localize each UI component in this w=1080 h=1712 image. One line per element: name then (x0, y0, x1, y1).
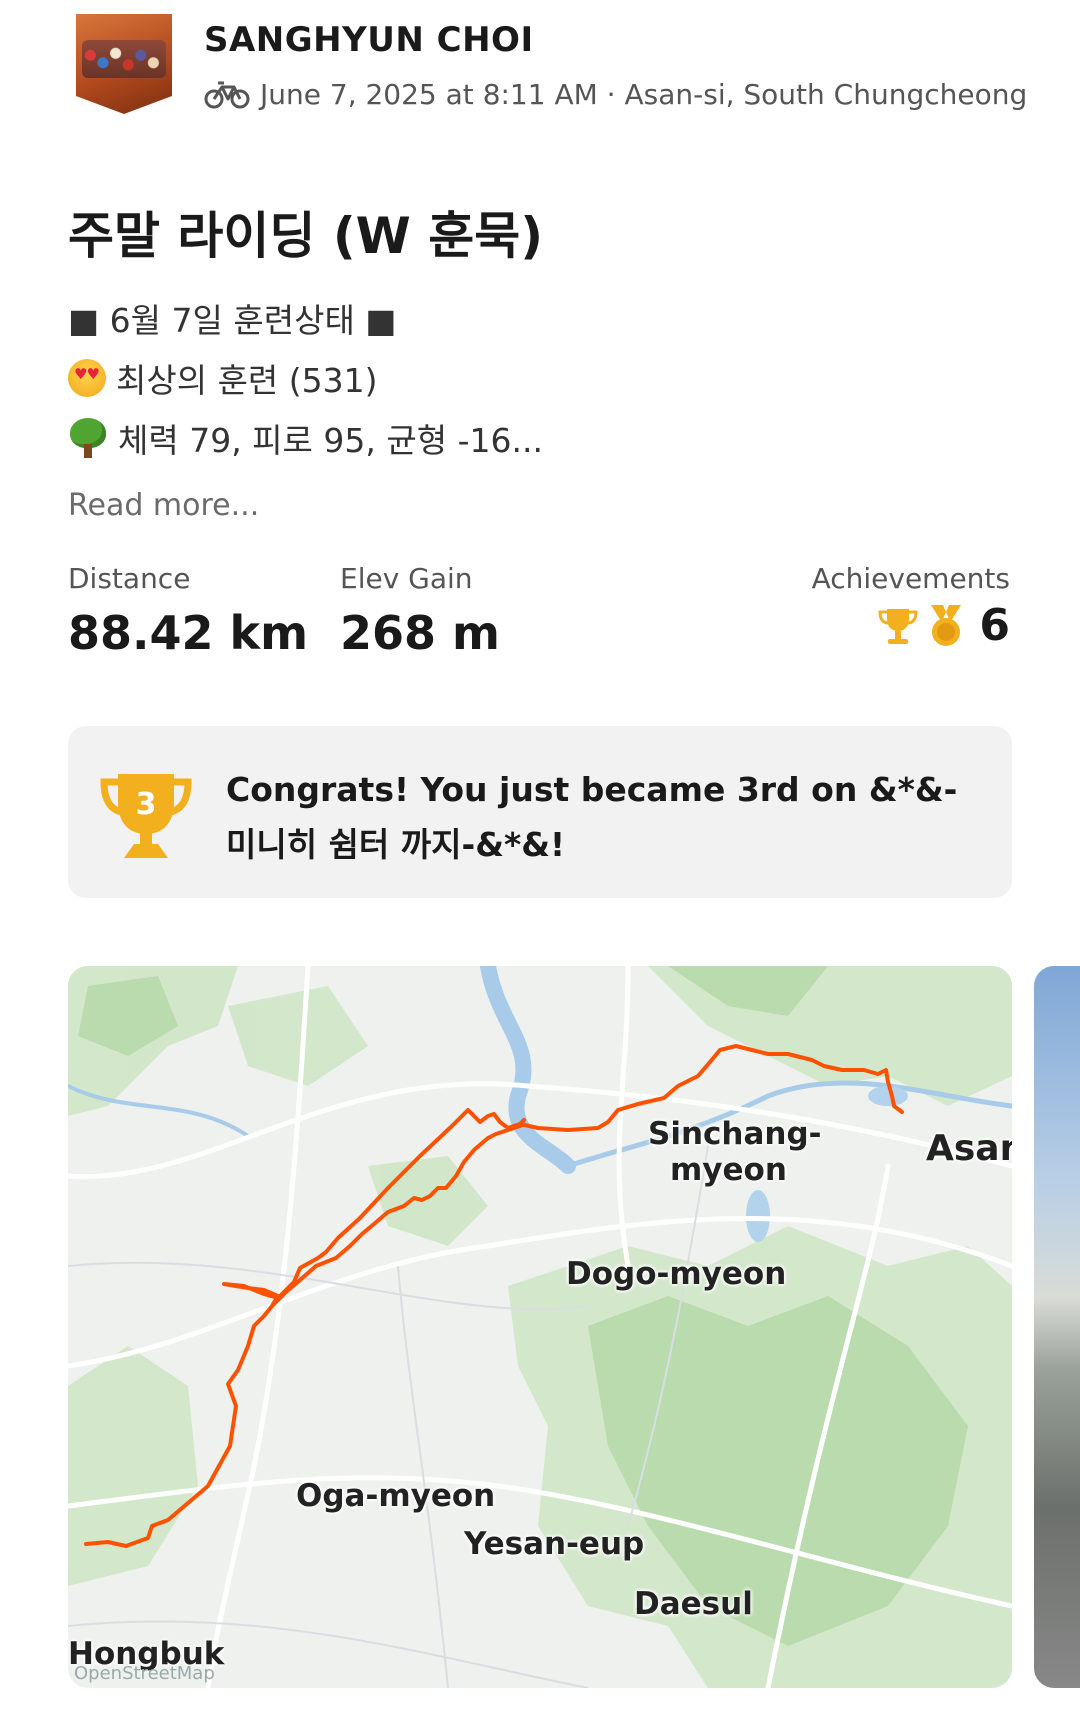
achievements-label: Achievements (811, 562, 1010, 595)
map-label-daesul: Daesul (634, 1586, 753, 1622)
map-label-asan: Asan (926, 1128, 1012, 1169)
description-line-1: ■ 6월 7일 훈련상태 ■ (68, 301, 397, 340)
congrats-message: Congrats! You just became 3rd on &*&-미니히… (226, 770, 958, 864)
activity-title: 주말 라이딩 (W 훈묵) (68, 207, 544, 265)
datetime-location: June 7, 2025 at 8:11 AM · Asan-si, South… (260, 77, 1028, 111)
athlete-avatar[interactable] (76, 14, 172, 114)
segment-achievement-card[interactable]: 3 Congrats! You just became 3rd on &*&-미… (68, 726, 1012, 898)
distance-label: Distance (68, 562, 191, 595)
achievements-count: 6 (979, 600, 1010, 651)
heart-eyes-emoji-icon (68, 359, 106, 397)
map-label-dogo: Dogo-myeon (566, 1256, 787, 1292)
athlete-name[interactable]: SANGHYUN CHOI (204, 20, 534, 60)
map-canvas (68, 966, 1012, 1688)
map-label-sinchang: Sinchang- (648, 1116, 822, 1152)
description-line-2: 최상의 훈련 (531) (68, 354, 378, 402)
map-label-yesan: Yesan-eup (464, 1526, 645, 1562)
medal-icon (931, 604, 962, 646)
activity-meta: June 7, 2025 at 8:11 AM · Asan-si, South… (204, 74, 1027, 114)
map-attribution: OpenStreetMap (74, 1663, 215, 1684)
svg-text:3: 3 (136, 787, 157, 822)
map-label-oga: Oga-myeon (296, 1478, 496, 1514)
read-more-link[interactable]: Read more... (68, 488, 259, 523)
elev-gain-label: Elev Gain (340, 562, 473, 595)
activity-photo-next[interactable] (1034, 966, 1080, 1688)
tree-emoji-icon (68, 418, 108, 458)
distance-value: 88.42 km (68, 606, 309, 660)
trophy-icon (878, 608, 918, 644)
map-label-sinchang-myeon: myeon (670, 1152, 787, 1188)
route-map[interactable]: Sinchang- myeon Asan Dogo-myeon Oga-myeo… (68, 966, 1012, 1688)
elev-gain-value: 268 m (340, 606, 500, 660)
third-place-trophy-icon: 3 (100, 774, 192, 858)
achievements-summary[interactable]: 6 (875, 600, 1010, 651)
bike-icon (204, 81, 250, 109)
description-line-3: 체력 79, 피로 95, 균형 -16... (68, 414, 543, 462)
